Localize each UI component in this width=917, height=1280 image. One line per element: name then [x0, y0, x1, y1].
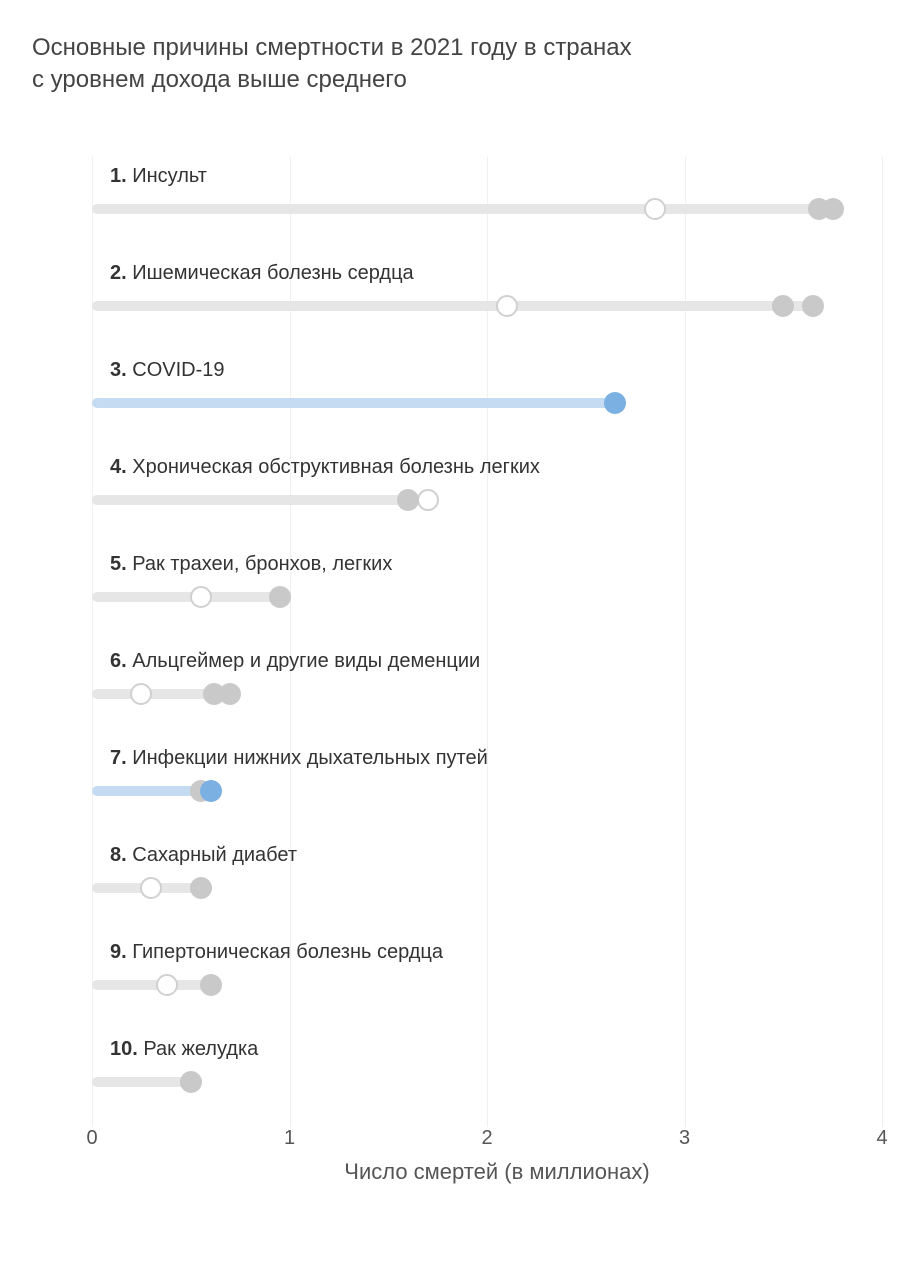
row-rank: 9. [110, 941, 132, 963]
chart-row: 8. Сахарный диабет [92, 836, 902, 926]
chart-row: 9. Гипертоническая болезнь сердца [92, 933, 902, 1023]
chart-row: 3. COVID-19 [92, 351, 902, 441]
x-tick: 4 [876, 1127, 887, 1150]
row-bar [92, 1077, 191, 1087]
x-tick: 2 [481, 1127, 492, 1150]
marker-grey [269, 586, 291, 608]
row-rank: 6. [110, 650, 132, 672]
marker-grey [219, 683, 241, 705]
row-label: 5. Рак трахеи, бронхов, легких [110, 553, 392, 576]
marker-open [644, 198, 666, 220]
marker-open [496, 295, 518, 317]
chart-row: 10. Рак желудка [92, 1030, 902, 1120]
chart-page: Основные причины смертности в 2021 году … [0, 0, 917, 1280]
marker-open [130, 683, 152, 705]
chart-row: 6. Альцгеймер и другие виды деменции [92, 642, 902, 732]
chart-row: 2. Ишемическая болезнь сердца [92, 254, 902, 344]
row-rank: 1. [110, 165, 132, 187]
marker-open [156, 974, 178, 996]
row-name: Инсульт [132, 165, 207, 187]
marker-blue [604, 392, 626, 414]
row-label: 7. Инфекции нижних дыхательных путей [110, 747, 488, 770]
row-name: Ишемическая болезнь сердца [132, 262, 413, 284]
row-rank: 2. [110, 262, 132, 284]
row-name: Сахарный диабет [132, 844, 297, 866]
marker-grey [822, 198, 844, 220]
row-bar [92, 301, 813, 311]
marker-grey [200, 974, 222, 996]
row-label: 9. Гипертоническая болезнь сердца [110, 941, 443, 964]
chart-row: 1. Инсульт [92, 157, 902, 247]
x-tick: 1 [284, 1127, 295, 1150]
page-title: Основные причины смертности в 2021 году … [32, 32, 732, 97]
row-rank: 7. [110, 747, 132, 769]
row-name: Рак трахеи, бронхов, легких [132, 553, 392, 575]
row-rank: 3. [110, 359, 132, 381]
marker-grey [190, 877, 212, 899]
row-name: COVID-19 [132, 359, 224, 381]
row-name: Инфекции нижних дыхательных путей [132, 747, 488, 769]
row-label: 8. Сахарный диабет [110, 844, 297, 867]
marker-grey [397, 489, 419, 511]
chart-row: 7. Инфекции нижних дыхательных путей [92, 739, 902, 829]
marker-grey [772, 295, 794, 317]
title-line-2: с уровнем дохода выше среднего [32, 66, 407, 93]
x-tick: 3 [679, 1127, 690, 1150]
marker-open [140, 877, 162, 899]
row-rank: 5. [110, 553, 132, 575]
row-name: Гипертоническая болезнь сердца [132, 941, 443, 963]
row-label: 4. Хроническая обструктивная болезнь лег… [110, 456, 540, 479]
marker-grey [180, 1071, 202, 1093]
marker-open [417, 489, 439, 511]
row-rank: 8. [110, 844, 132, 866]
marker-open [190, 586, 212, 608]
row-label: 2. Ишемическая болезнь сердца [110, 262, 414, 285]
row-label: 3. COVID-19 [110, 359, 225, 382]
plot: 1. Инсульт 2. Ишемическая болезнь сердца 3… [92, 157, 902, 1127]
row-label: 1. Инсульт [110, 165, 207, 188]
x-axis-label: Число смертей (в миллионах) [92, 1159, 902, 1185]
row-bar [92, 398, 615, 408]
row-rank: 4. [110, 456, 132, 478]
marker-grey [802, 295, 824, 317]
x-tick: 0 [86, 1127, 97, 1150]
row-name: Альцгеймер и другие виды деменции [132, 650, 480, 672]
row-name: Рак желудка [143, 1038, 258, 1060]
row-rank: 10. [110, 1038, 143, 1060]
marker-blue [200, 780, 222, 802]
row-bar [92, 495, 408, 505]
row-bar [92, 592, 280, 602]
title-line-1: Основные причины смертности в 2021 году … [32, 34, 632, 61]
row-label: 10. Рак желудка [110, 1038, 258, 1061]
row-bar [92, 204, 833, 214]
row-name: Хроническая обструктивная болезнь легких [132, 456, 540, 478]
chart-row: 5. Рак трахеи, бронхов, легких [92, 545, 902, 635]
row-label: 6. Альцгеймер и другие виды деменции [110, 650, 480, 673]
chart-row: 4. Хроническая обструктивная болезнь лег… [92, 448, 902, 538]
chart-area: 1. Инсульт 2. Ишемическая болезнь сердца 3… [92, 157, 902, 1197]
x-axis: Число смертей (в миллионах) 01234 [92, 1127, 902, 1197]
row-bar [92, 980, 211, 990]
